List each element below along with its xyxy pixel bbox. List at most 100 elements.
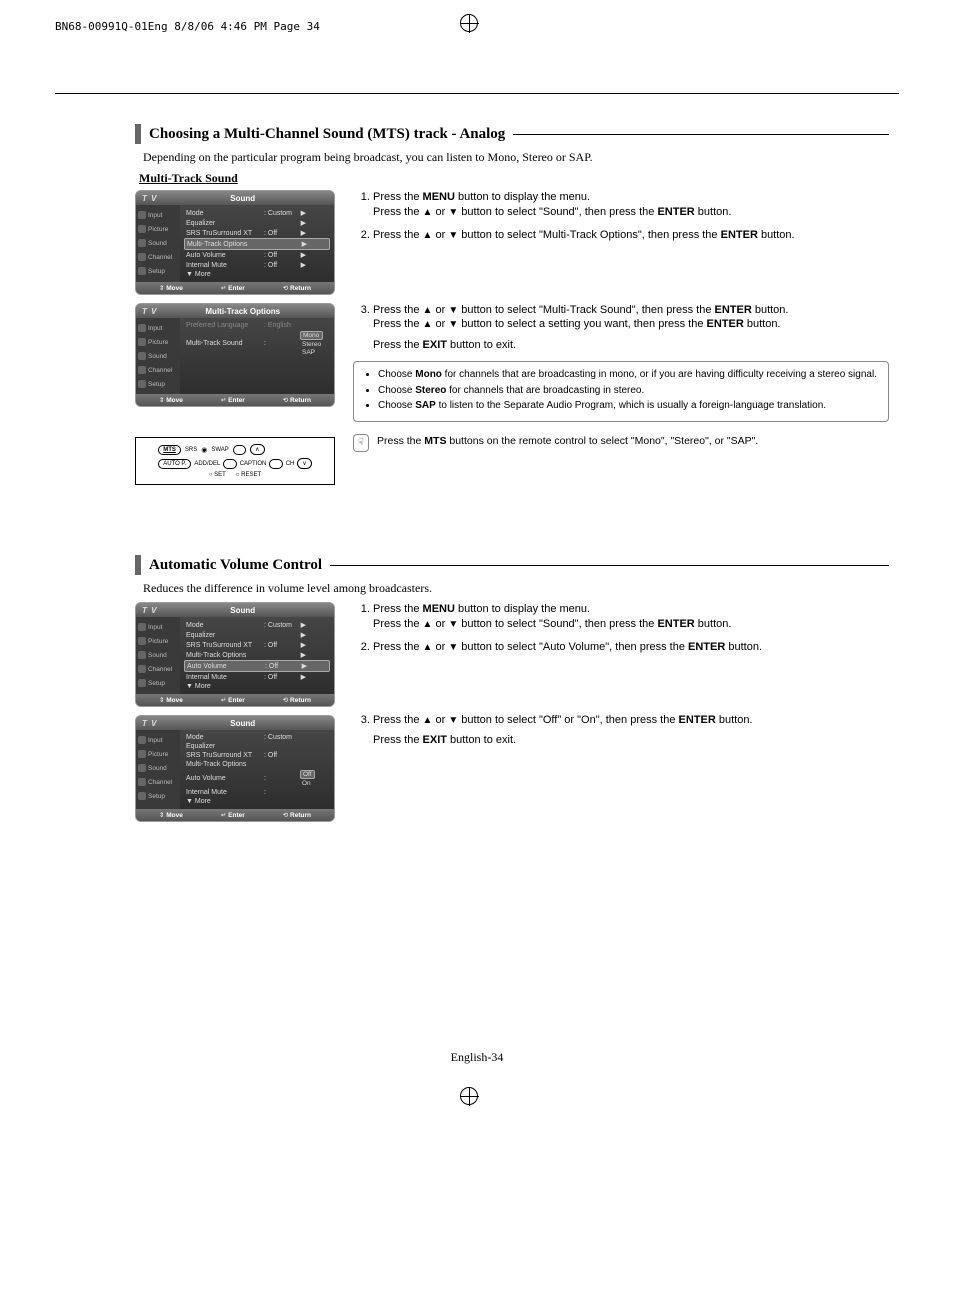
tip-item: Choose Stereo for channels that are broa… (378, 384, 878, 398)
osd-row: ▼ More (184, 682, 330, 691)
sidebar-glyph-icon (138, 736, 146, 744)
step-3: Press the or button to select "Multi-Tra… (373, 303, 889, 354)
section-heading: Automatic Volume Control (135, 555, 889, 575)
osd-title: Multi-Track Options (157, 307, 328, 316)
up-triangle-icon (423, 304, 433, 316)
remote-btn-blank (233, 445, 246, 455)
sidebar-glyph-icon (138, 366, 146, 374)
section-auto-volume: Automatic Volume Control Reduces the dif… (135, 555, 889, 830)
osd-row: Multi-Track Options (184, 760, 330, 769)
osd-mts-screenshot: T VMulti-Track Options InputPictureSound… (135, 303, 335, 407)
up-triangle-icon (423, 229, 433, 241)
step-1: Press the MENU button to display the men… (373, 602, 889, 632)
osd-row: Auto Volume:OffOn (184, 769, 330, 788)
down-triangle-icon (448, 206, 458, 218)
osd-foot-item: ⇕ Move (159, 396, 183, 404)
up-triangle-icon (423, 318, 433, 330)
down-triangle-icon (448, 318, 458, 330)
tip-item: Choose Mono for channels that are broadc… (378, 368, 878, 382)
up-triangle-icon (423, 641, 433, 653)
osd-sidebar-item: Picture (138, 634, 178, 648)
osd-foot-item: ⇕ Move (159, 696, 183, 704)
remote-btn-adddel: ADD/DEL (194, 461, 220, 467)
osd-row: Mode: Custom▶ (184, 208, 330, 218)
step-1: Press the MENU button to display the men… (373, 190, 889, 220)
osd-sidebar-item: Channel (138, 662, 178, 676)
sidebar-glyph-icon (138, 338, 146, 346)
sidebar-glyph-icon (138, 380, 146, 388)
remote-btn-mts: MTS (158, 445, 181, 455)
osd-row: Internal Mute: Off▶ (184, 260, 330, 270)
down-triangle-icon (448, 714, 458, 726)
sidebar-glyph-icon (138, 623, 146, 631)
remote-arrow-down-icon: ∨ (297, 458, 311, 469)
page-footer: English-34 (55, 1050, 899, 1065)
section-mts: Choosing a Multi-Channel Sound (MTS) tra… (135, 124, 889, 485)
osd-sidebar-item: Channel (138, 363, 178, 377)
osd-sidebar-item: Setup (138, 789, 178, 803)
osd-foot-item: ⇕ Move (159, 284, 183, 292)
sidebar-glyph-icon (138, 651, 146, 659)
osd-sidebar-item: Picture (138, 747, 178, 761)
sidebar-glyph-icon (138, 679, 146, 687)
osd-row: Preferred Language: English (184, 321, 330, 330)
osd-sidebar-item: Picture (138, 335, 178, 349)
section-intro: Reduces the difference in volume level a… (143, 581, 889, 596)
osd-row: Multi-Track Options▶ (184, 238, 330, 250)
sidebar-glyph-icon (138, 792, 146, 800)
section-title: Choosing a Multi-Channel Sound (MTS) tra… (149, 126, 505, 143)
step-3: Press the or button to select "Off" or "… (373, 713, 889, 749)
osd-sidebar-item: Channel (138, 775, 178, 789)
osd-foot-item: ↵ Enter (221, 284, 245, 292)
osd-sidebar-item: Setup (138, 377, 178, 391)
osd-sidebar-item: Sound (138, 349, 178, 363)
osd-foot-item: ↵ Enter (221, 696, 245, 704)
right-column: Press the MENU button to display the men… (353, 602, 889, 756)
osd-row: Equalizer▶ (184, 218, 330, 228)
remote-btn-blank (269, 459, 282, 469)
sidebar-glyph-icon (138, 352, 146, 360)
down-triangle-icon (448, 618, 458, 630)
osd-sound-screenshot: T VSound InputPictureSoundChannelSetup M… (135, 190, 335, 295)
left-column: T VSound InputPictureSoundChannelSetup M… (135, 602, 335, 830)
osd-row: Equalizer▶ (184, 630, 330, 640)
tip-item: Choose SAP to listen to the Separate Aud… (378, 399, 878, 413)
osd-row: ▼ More (184, 270, 330, 279)
step-2: Press the or button to select "Auto Volu… (373, 640, 889, 655)
osd-row: ▼ More (184, 797, 330, 806)
heading-rule (513, 134, 889, 135)
osd-sidebar: InputPictureSoundChannelSetup (136, 205, 180, 282)
remote-icon: ☟ (353, 434, 369, 452)
osd-row: Auto Volume: Off▶ (184, 250, 330, 260)
osd-sidebar-item: Input (138, 208, 178, 222)
sidebar-glyph-icon (138, 778, 146, 786)
up-triangle-icon (423, 714, 433, 726)
osd-title: Sound (157, 606, 328, 615)
osd-sound-screenshot: T VSound InputPictureSoundChannelSetup M… (135, 602, 335, 707)
sidebar-glyph-icon (138, 225, 146, 233)
up-triangle-icon (423, 618, 433, 630)
sidebar-glyph-icon (138, 324, 146, 332)
osd-sidebar: InputPictureSoundChannelSetup (136, 730, 180, 809)
down-triangle-icon (448, 229, 458, 241)
osd-row: SRS TruSurround XT: Off▶ (184, 640, 330, 650)
osd-row: Mode: Custom (184, 733, 330, 742)
osd-footer: ⇕ Move↵ Enter⟲ Return (136, 694, 334, 706)
osd-logo: T V (142, 194, 157, 203)
osd-foot-item: ⇕ Move (159, 811, 183, 819)
osd-sidebar-item: Input (138, 620, 178, 634)
sidebar-glyph-icon (138, 750, 146, 758)
osd-title: Sound (157, 194, 328, 203)
osd-foot-item: ⟲ Return (283, 811, 311, 819)
remote-btn-srs: SRS (185, 447, 197, 453)
osd-main: Mode: Custom▶Equalizer▶SRS TruSurround X… (180, 617, 334, 694)
osd-sidebar-item: Sound (138, 648, 178, 662)
heading-rule (330, 565, 889, 566)
sidebar-glyph-icon (138, 211, 146, 219)
registration-mark-icon (460, 14, 478, 32)
up-triangle-icon (423, 206, 433, 218)
sidebar-glyph-icon (138, 665, 146, 673)
remote-btn-caption: CAPTION (240, 461, 267, 467)
sidebar-glyph-icon (138, 239, 146, 247)
osd-foot-item: ↵ Enter (221, 396, 245, 404)
